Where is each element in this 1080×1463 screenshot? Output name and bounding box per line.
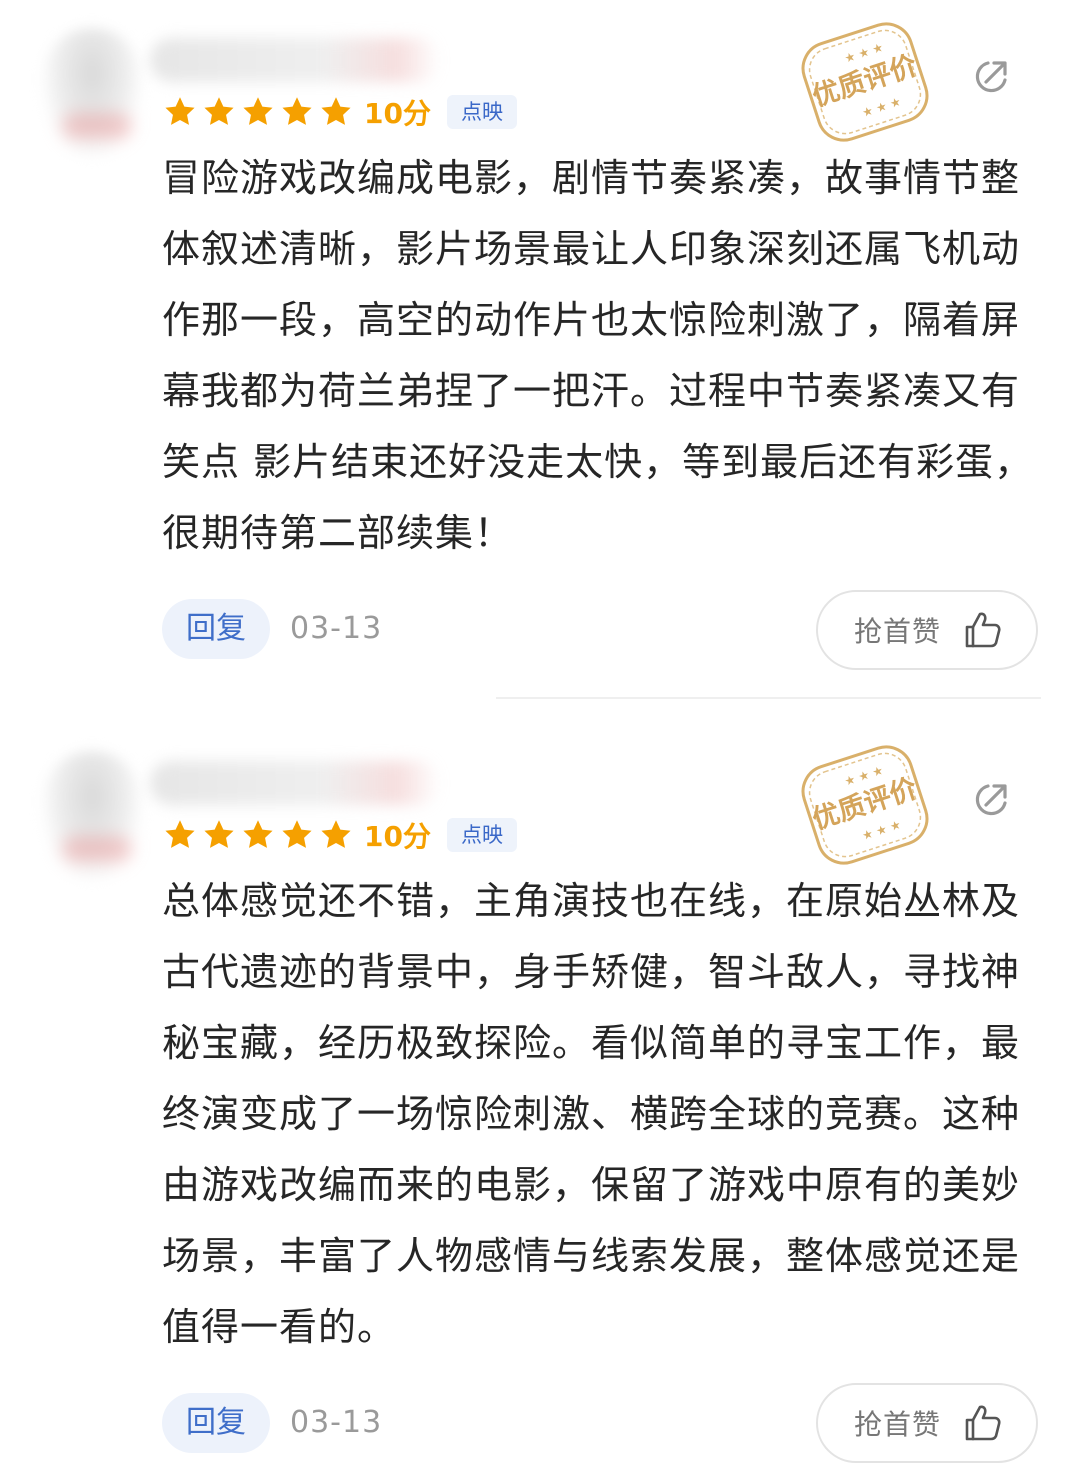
score-label: 10分 bbox=[364, 820, 431, 853]
like-button[interactable]: 抢首赞 bbox=[816, 1383, 1038, 1463]
thumbs-up-icon bbox=[965, 1405, 1001, 1441]
star-icon bbox=[318, 94, 354, 130]
preview-tag: 点映 bbox=[446, 818, 517, 852]
star-icon bbox=[240, 817, 276, 853]
like-label: 抢首赞 bbox=[854, 1408, 942, 1441]
username-blurred[interactable] bbox=[150, 38, 440, 82]
rating-row: 10分 点映 bbox=[162, 92, 517, 132]
reply-button[interactable]: 回复 bbox=[162, 599, 270, 659]
thumbs-up-icon bbox=[965, 612, 1001, 648]
quality-review-stamp-icon: ★ ★ ★ 优质评价 ★ ★ ★ bbox=[801, 745, 929, 865]
reply-button[interactable]: 回复 bbox=[162, 1393, 270, 1453]
star-icon bbox=[279, 94, 315, 130]
quality-review-stamp-icon: ★ ★ ★ 优质评价 ★ ★ ★ bbox=[801, 22, 929, 142]
review-date: 03-13 bbox=[290, 611, 383, 646]
star-icon bbox=[279, 817, 315, 853]
preview-tag: 点映 bbox=[446, 95, 517, 129]
star-icon bbox=[201, 94, 237, 130]
like-label: 抢首赞 bbox=[854, 615, 942, 648]
score-label: 10分 bbox=[364, 97, 431, 130]
like-button[interactable]: 抢首赞 bbox=[816, 590, 1038, 670]
star-icon bbox=[162, 94, 198, 130]
star-icon bbox=[162, 817, 198, 853]
star-icon bbox=[240, 94, 276, 130]
star-icon bbox=[318, 817, 354, 853]
username-blurred[interactable] bbox=[150, 761, 440, 805]
avatar[interactable] bbox=[42, 28, 142, 158]
avatar[interactable] bbox=[42, 751, 142, 881]
review-text: 冒险游戏改编成电影，剧情节奏紧凑，故事情节整体叙述清晰，影片场景最让人印象深刻还… bbox=[162, 156, 1034, 555]
review-text: 总体感觉还不错，主角演技也在线，在原始丛林及古代遗迹的背景中，身手矫健，智斗敌人… bbox=[162, 879, 1021, 1349]
share-icon[interactable] bbox=[968, 777, 1014, 823]
svg-text:★ ★ ★: ★ ★ ★ bbox=[860, 94, 902, 120]
star-icon bbox=[201, 817, 237, 853]
share-icon[interactable] bbox=[968, 54, 1014, 100]
review-date: 03-13 bbox=[290, 1405, 383, 1440]
rating-row: 10分 点映 bbox=[162, 815, 517, 855]
svg-text:★ ★ ★: ★ ★ ★ bbox=[860, 817, 902, 843]
star-rating bbox=[162, 817, 354, 853]
divider bbox=[496, 697, 1041, 699]
star-rating bbox=[162, 94, 354, 130]
